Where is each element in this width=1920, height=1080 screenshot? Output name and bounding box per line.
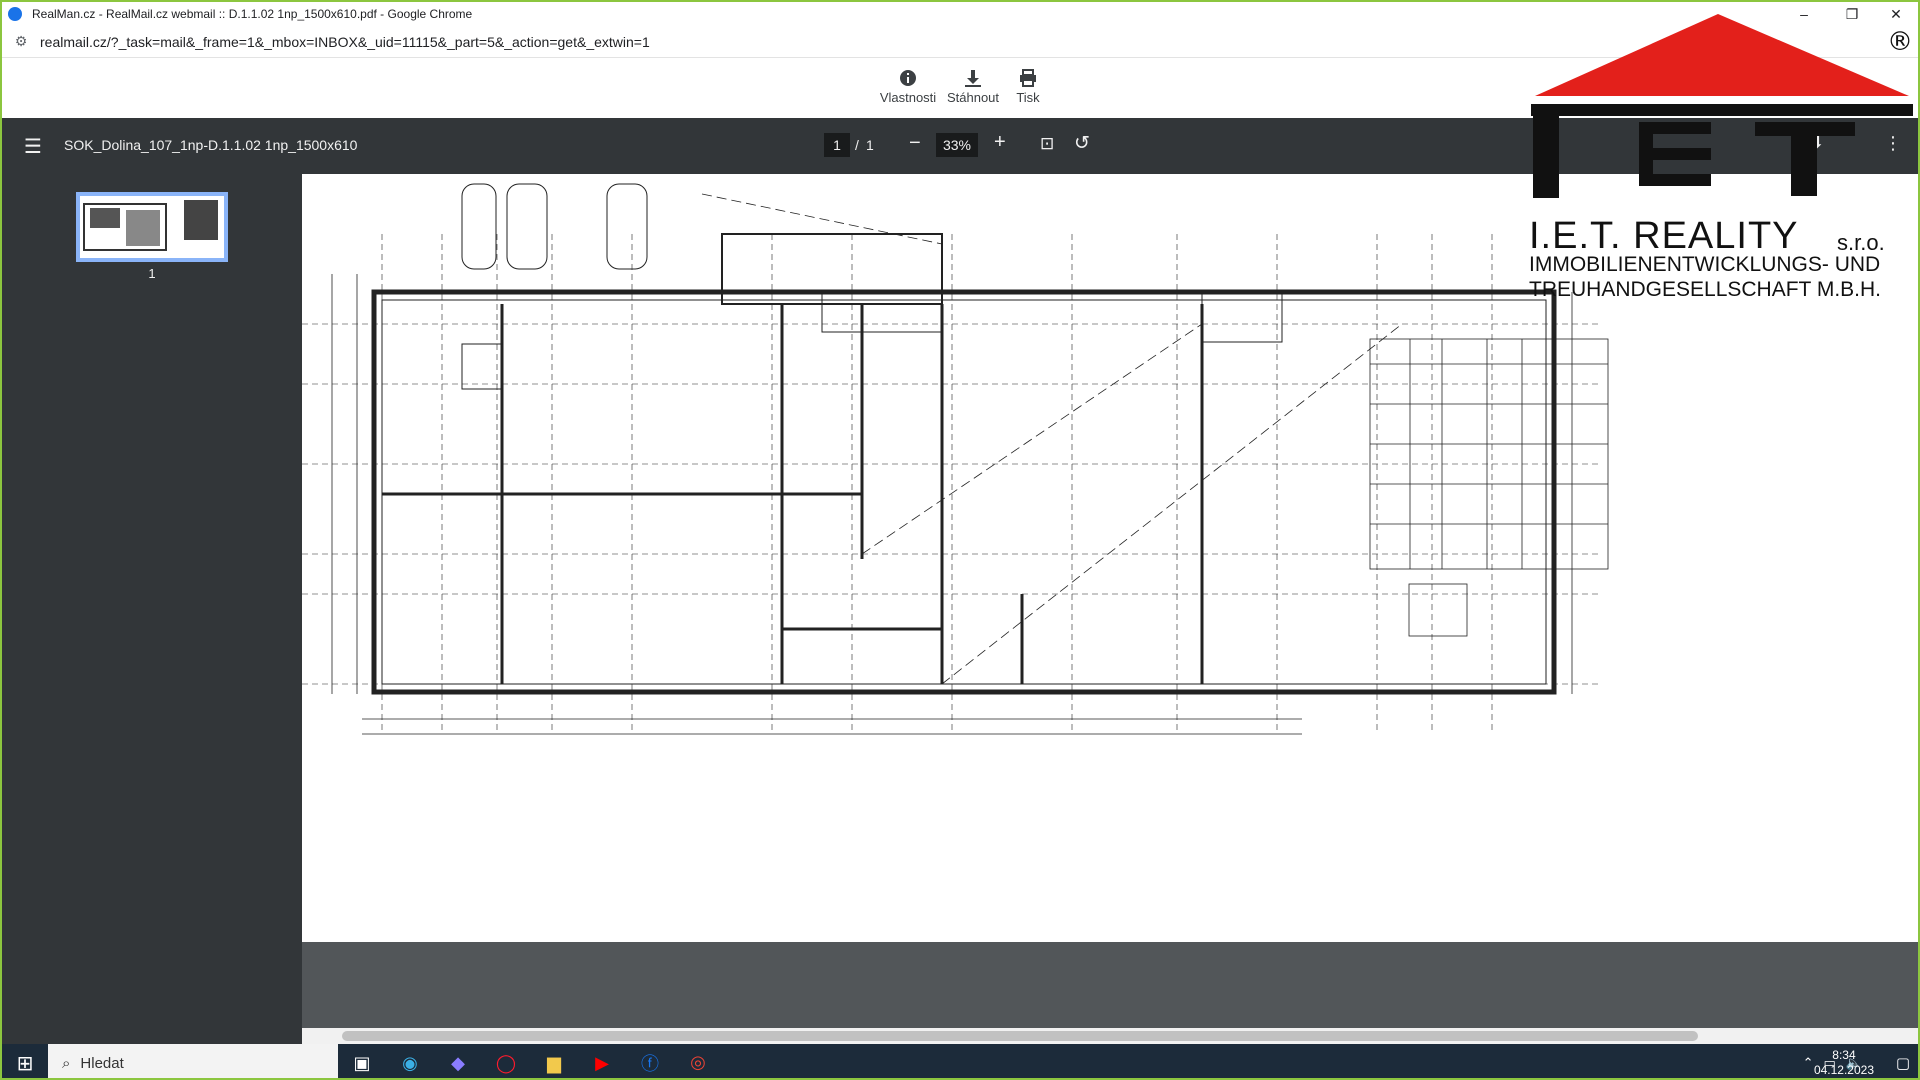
taskbar-search[interactable]: ⌕ Hledat — [48, 1044, 338, 1078]
youtube-icon[interactable]: ▶ — [578, 1044, 626, 1078]
site-info-icon[interactable]: ⚙ — [10, 33, 32, 50]
menu-icon[interactable]: ☰ — [24, 134, 42, 159]
download-label: Stáhnout — [946, 90, 1000, 105]
page-thumbnail[interactable] — [76, 192, 228, 262]
search-icon: ⌕ — [62, 1054, 71, 1072]
download-icon — [963, 66, 983, 90]
registered-mark: ® — [1887, 27, 1913, 57]
print-label: Tisk — [1016, 90, 1040, 105]
rotate-icon[interactable]: ↺ — [1074, 132, 1090, 155]
info-icon — [899, 66, 917, 90]
copilot-icon[interactable]: ◆ — [434, 1044, 482, 1078]
scrollbar-thumb[interactable] — [342, 1031, 1698, 1041]
print-button[interactable]: Tisk — [996, 66, 1060, 105]
search-placeholder: Hledat — [80, 1054, 124, 1072]
chrome-icon[interactable]: ◎ — [674, 1044, 722, 1078]
edge-icon[interactable]: ◉ — [386, 1044, 434, 1078]
start-button[interactable]: ⊞ — [2, 1044, 48, 1078]
page-number-input[interactable]: 1 — [824, 133, 850, 157]
chrome-favicon-icon — [8, 7, 22, 21]
zoom-in-icon[interactable]: + — [994, 131, 1006, 154]
opera-icon[interactable]: ◯ — [482, 1044, 530, 1078]
url-text[interactable]: realmail.cz/?_task=mail&_frame=1&_mbox=I… — [40, 34, 650, 50]
properties-button[interactable]: Vlastnosti — [876, 66, 940, 105]
page-separator: / — [855, 137, 859, 153]
thumbnail-page-number: 1 — [148, 266, 156, 281]
logo-line-3: TREUHANDGESELLSCHAFT M.B.H. — [1529, 278, 1882, 301]
facebook-icon[interactable]: ⓕ — [626, 1044, 674, 1078]
zoom-input[interactable]: 33% — [936, 133, 978, 157]
printer-icon — [1018, 66, 1038, 90]
browser-window: RealMan.cz - RealMail.cz webmail :: D.1.… — [0, 0, 1920, 1080]
task-view-icon[interactable]: ▣ — [338, 1044, 386, 1078]
chevron-up-icon[interactable]: ⌃ — [1803, 1055, 1814, 1071]
zoom-out-icon[interactable]: − — [909, 132, 921, 155]
logo-brand: I.E.T. REALITY — [1529, 215, 1799, 257]
company-logo: ® I.E.T. REALITY s.r.o. IMMOBILIENENTWIC… — [1527, 10, 1918, 310]
file-explorer-icon[interactable]: ▆ — [530, 1044, 578, 1078]
thumbnail-sidebar: 1 — [2, 174, 302, 1044]
house-logo-icon: ® — [1531, 14, 1913, 198]
properties-label: Vlastnosti — [879, 90, 937, 105]
horizontal-scrollbar[interactable] — [302, 1028, 1918, 1044]
fit-page-icon[interactable]: ⊡ — [1040, 134, 1054, 154]
window-title: RealMan.cz - RealMail.cz webmail :: D.1.… — [32, 7, 473, 21]
clock-time: 8:34 — [1832, 1048, 1856, 1062]
notification-icon[interactable]: ▢ — [1896, 1054, 1910, 1072]
windows-taskbar: ⊞ ⌕ Hledat ▣ ◉ ◆ ◯ ▆ ▶ ⓕ ◎ ⌃ ▭ 🔈 8:34 04… — [2, 1044, 1918, 1078]
logo-line-2: IMMOBILIENENTWICKLUNGS- UND — [1529, 253, 1881, 276]
clock-date: 04.12.2023 — [1813, 1063, 1874, 1077]
pdf-file-name: SOK_Dolina_107_1np-D.1.1.02 1np_1500x610 — [64, 137, 358, 153]
taskbar-clock[interactable]: 8:34 04.12.2023 — [1814, 1048, 1874, 1078]
total-pages: 1 — [866, 137, 874, 153]
